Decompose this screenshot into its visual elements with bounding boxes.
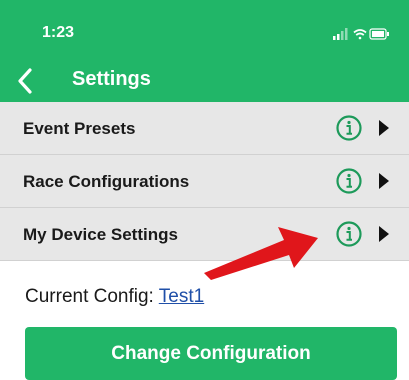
info-icon[interactable] [335, 220, 363, 248]
status-icons [333, 28, 389, 40]
annotation-arrow [204, 227, 318, 280]
wifi-icon [353, 29, 367, 40]
signal-icon [333, 28, 348, 40]
chevron-left-icon[interactable] [14, 66, 36, 96]
page-title: Settings [72, 68, 151, 90]
triangle-right-icon [379, 226, 389, 242]
row-label: My Device Settings [23, 225, 178, 244]
current-config-link[interactable]: Test1 [159, 286, 204, 307]
triangle-right-icon [379, 173, 389, 189]
status-time: 1:23 [42, 24, 75, 41]
row-label: Event Presets [23, 119, 136, 138]
row-label: Race Configurations [23, 172, 190, 191]
info-icon[interactable] [335, 167, 363, 195]
status-bar: 1:23 [0, 0, 409, 60]
current-config-label: Current Config: [25, 286, 159, 307]
change-configuration-button[interactable]: Change Configuration [25, 327, 397, 380]
settings-row-event-presets[interactable]: Event Presets [0, 102, 409, 155]
nav-bar: Settings [0, 60, 409, 102]
battery-icon [369, 28, 389, 40]
info-icon[interactable] [335, 114, 363, 142]
triangle-right-icon [379, 120, 389, 136]
settings-row-race-configurations[interactable]: Race Configurations [0, 155, 409, 208]
current-config: Current Config: Test1 [25, 286, 204, 308]
